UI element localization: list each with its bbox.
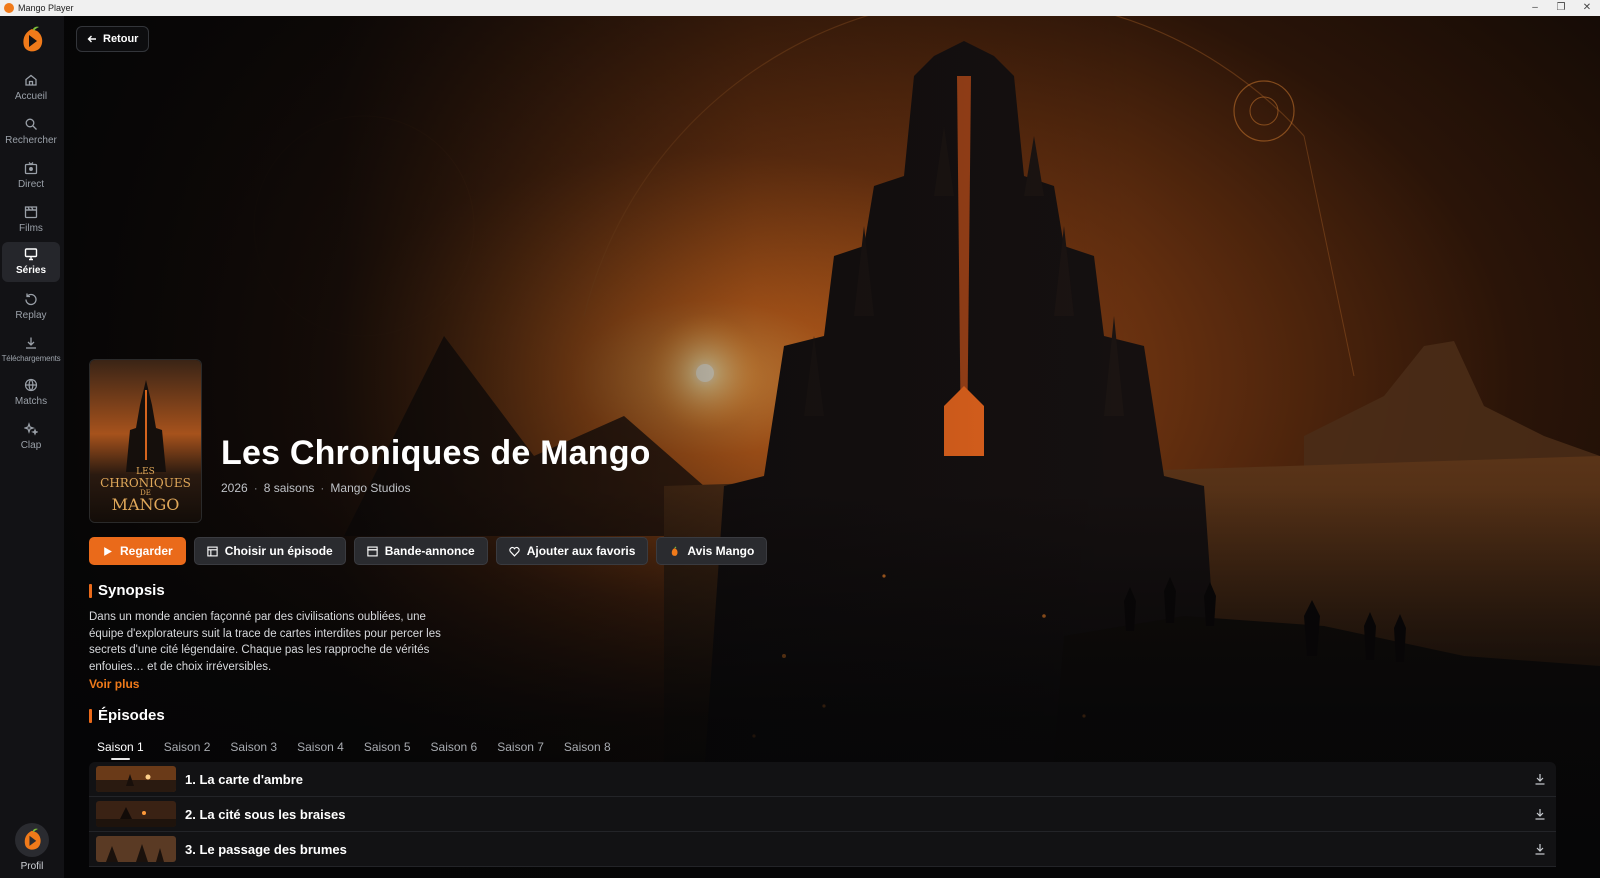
sidebar-item-rechercher[interactable]: Rechercher: [2, 112, 60, 152]
home-icon: [25, 74, 37, 86]
tab-saison-4[interactable]: Saison 4: [297, 740, 344, 754]
show-meta: 2026 · 8 saisons · Mango Studios: [221, 481, 411, 495]
sidebar-item-label: Films: [19, 223, 43, 234]
sidebar-item-label: Direct: [17, 179, 45, 190]
heading-accent: [89, 583, 92, 598]
profile-button[interactable]: Profil: [0, 823, 64, 872]
show-studio: Mango Studios: [330, 481, 411, 495]
episodes-heading: Épisodes: [89, 707, 165, 724]
watch-button[interactable]: Regarder: [89, 537, 186, 565]
read-more-link[interactable]: Voir plus: [89, 677, 139, 691]
show-poster: LES CHRONIQUES DE MANGO: [89, 359, 202, 523]
mango-logo-icon[interactable]: [19, 26, 45, 54]
episode-row[interactable]: 3. Le passage des brumes: [89, 832, 1556, 867]
sidebar-item-label: Séries: [15, 265, 47, 276]
window-titlebar: Mango Player – ❐ ✕: [0, 0, 1600, 16]
sidebar-item-label: Accueil: [14, 91, 48, 102]
page-title: Les Chroniques de Mango: [221, 434, 651, 472]
episode-list: 1. La carte d'ambre 2. La cité sous les …: [89, 762, 1556, 867]
mango-review-button[interactable]: Avis Mango: [656, 537, 768, 565]
live-tv-icon: [24, 162, 38, 175]
sidebar-item-label: Téléchargements: [1, 354, 61, 363]
minimize-button[interactable]: –: [1522, 0, 1548, 16]
close-button[interactable]: ✕: [1574, 0, 1600, 16]
episode-thumbnail: [96, 801, 176, 827]
trailer-button[interactable]: Bande-annonce: [353, 537, 488, 565]
sidebar-item-series[interactable]: Séries: [2, 242, 60, 282]
tab-saison-3[interactable]: Saison 3: [230, 740, 277, 754]
monitor-icon: [24, 248, 38, 261]
sidebar-item-label: Rechercher: [5, 135, 57, 146]
download-icon: [26, 337, 36, 349]
sidebar: Accueil Rechercher Direct Films Séries R…: [0, 16, 64, 878]
clapperboard-icon: [367, 546, 378, 556]
sidebar-item-label: Replay: [15, 310, 47, 321]
maximize-button[interactable]: ❐: [1548, 0, 1574, 16]
episode-title: 3. Le passage des brumes: [185, 841, 347, 857]
globe-ball-icon: [24, 378, 38, 392]
heart-icon: [509, 546, 520, 557]
poster-title: LES CHRONIQUES DE MANGO: [100, 466, 191, 515]
mango-avatar-icon: [24, 828, 41, 850]
app-logo-icon: [4, 3, 14, 13]
window-title: Mango Player: [18, 3, 74, 13]
search-icon: [25, 118, 37, 130]
sidebar-item-films[interactable]: Films: [2, 200, 60, 240]
action-bar: Regarder Choisir un épisode Bande-annonc…: [89, 537, 768, 565]
episode-title: 2. La cité sous les braises: [185, 806, 346, 822]
avatar: [15, 823, 49, 857]
tab-saison-7[interactable]: Saison 7: [497, 740, 544, 754]
sidebar-item-direct[interactable]: Direct: [2, 156, 60, 196]
episode-thumbnail: [96, 836, 176, 862]
play-icon: [104, 546, 112, 556]
replay-icon: [25, 293, 37, 306]
profile-label: Profil: [20, 861, 44, 872]
show-seasons: 8 saisons: [263, 481, 315, 495]
tab-saison-5[interactable]: Saison 5: [364, 740, 411, 754]
sidebar-item-clap[interactable]: Clap: [2, 417, 60, 457]
tab-saison-6[interactable]: Saison 6: [431, 740, 478, 754]
episode-grid-icon: [207, 546, 218, 556]
synopsis-text: Dans un monde ancien façonné par des civ…: [89, 611, 441, 673]
episode-thumbnail: [96, 766, 176, 792]
clapperboard-icon: [24, 206, 38, 219]
back-button[interactable]: Retour: [76, 26, 150, 52]
tab-saison-8[interactable]: Saison 8: [564, 740, 611, 754]
season-tabs: Saison 1 Saison 2 Saison 3 Saison 4 Sais…: [97, 740, 631, 760]
main-content: Retour LES CHRONIQUES DE MANGO Les Chron…: [64, 16, 1600, 878]
arrow-left-icon: [87, 35, 96, 43]
add-favorites-button[interactable]: Ajouter aux favoris: [495, 537, 649, 565]
sidebar-item-replay[interactable]: Replay: [2, 287, 60, 327]
download-icon[interactable]: [1534, 773, 1546, 785]
sidebar-item-matchs[interactable]: Matchs: [2, 373, 60, 413]
episode-row[interactable]: 1. La carte d'ambre: [89, 762, 1556, 797]
episode-row[interactable]: 2. La cité sous les braises: [89, 797, 1556, 832]
tab-saison-1[interactable]: Saison 1: [97, 740, 144, 760]
show-year: 2026: [221, 481, 248, 495]
synopsis-heading: Synopsis: [89, 582, 165, 599]
sidebar-item-label: Matchs: [14, 396, 48, 407]
download-icon[interactable]: [1534, 843, 1546, 855]
episode-title: 1. La carte d'ambre: [185, 771, 303, 787]
sparkle-icon: [24, 422, 38, 436]
choose-episode-button[interactable]: Choisir un épisode: [193, 537, 346, 565]
sidebar-item-label: Clap: [20, 440, 42, 451]
back-label: Retour: [103, 33, 139, 45]
mango-icon: [672, 546, 678, 556]
heading-accent: [89, 708, 92, 723]
sidebar-item-telechargements[interactable]: Téléchargements: [1, 331, 61, 371]
tab-saison-2[interactable]: Saison 2: [164, 740, 211, 754]
sidebar-item-accueil[interactable]: Accueil: [2, 68, 60, 108]
download-icon[interactable]: [1534, 808, 1546, 820]
